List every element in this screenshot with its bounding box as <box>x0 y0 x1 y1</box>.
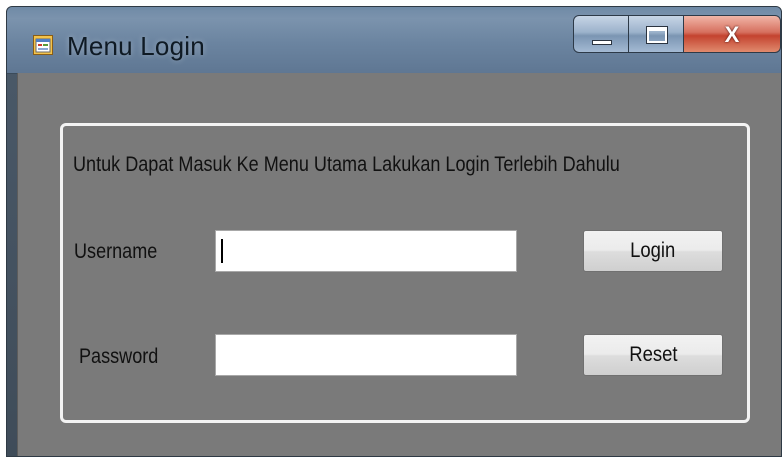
login-groupbox: Untuk Dapat Masuk Ke Menu Utama Lakukan … <box>60 123 750 423</box>
reset-button-label: Reset <box>628 343 678 366</box>
username-label: Username <box>74 240 158 263</box>
maximize-button[interactable] <box>628 15 684 53</box>
login-button-label: Login <box>630 239 676 262</box>
minimize-icon <box>592 40 612 45</box>
close-icon: X <box>724 22 740 47</box>
login-button[interactable]: Login <box>583 230 723 272</box>
password-input[interactable] <box>215 334 517 376</box>
maximize-icon <box>646 26 668 44</box>
title-bar[interactable]: Menu Login X <box>7 7 781 74</box>
login-window: Menu Login X Untuk Dapat Masuk Ke Menu U… <box>6 6 782 457</box>
text-cursor <box>221 239 223 263</box>
login-instruction-text: Untuk Dapat Masuk Ke Menu Utama Lakukan … <box>73 153 620 176</box>
window-title: Menu Login <box>67 31 205 61</box>
caption-buttons: X <box>573 15 781 53</box>
form-client-area: Untuk Dapat Masuk Ke Menu Utama Lakukan … <box>17 73 781 456</box>
minimize-button[interactable] <box>573 15 629 53</box>
password-label: Password <box>79 345 159 368</box>
username-input[interactable] <box>215 230 517 272</box>
reset-button[interactable]: Reset <box>583 334 723 376</box>
close-button[interactable]: X <box>683 15 781 53</box>
form-app-icon <box>33 35 53 55</box>
